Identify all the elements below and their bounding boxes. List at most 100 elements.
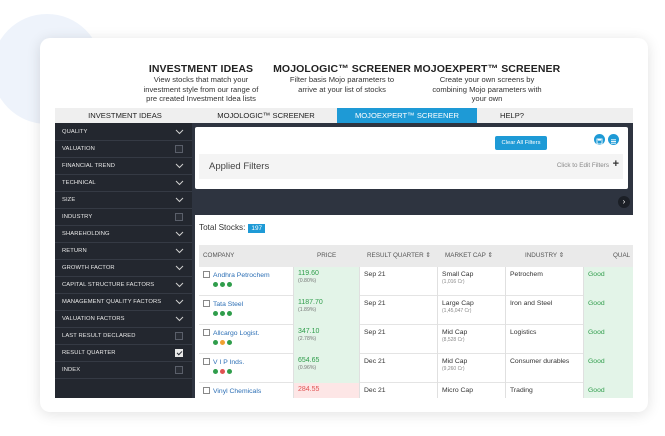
chevron-down-icon[interactable] [175,230,184,237]
sidebar-item[interactable]: LAST RESULT DECLARED [55,328,192,345]
row-checkbox[interactable] [203,358,210,365]
market-cap-value: Mid Cap [442,358,468,365]
chevron-right-icon[interactable]: › [618,196,630,208]
sidebar-item-label: VALUATION FACTORS [62,316,125,322]
sidebar-item[interactable]: FINANCIAL TREND [55,158,192,175]
quality-cell: Good [583,354,633,383]
hero-desc-line: pre created Investment Idea lists [146,94,256,104]
sidebar-item-label: FINANCIAL TREND [62,163,116,169]
quality-cell: Good [583,325,633,354]
chevron-down-icon[interactable] [175,162,184,169]
result-quarter-cell: Dec 21 [359,383,437,398]
company-cell: Tata Steel [203,296,293,325]
col-company[interactable]: COMPANY [203,245,234,267]
add-filter-icon[interactable]: + [613,158,619,170]
company-cell: Andhra Petrochem [203,267,293,296]
sidebar-checkbox[interactable] [175,145,183,153]
edit-filters-link[interactable]: Click to Edit Filters [557,162,609,169]
price-value: 284.55 [298,386,320,393]
hero-desc-line: combining Mojo parameters with [432,84,542,94]
row-checkbox[interactable] [203,387,210,394]
table-row[interactable]: V I P Inds. 654.65 (0.96%) Dec 21 Mid Cap (9,… [199,354,633,383]
row-checkbox[interactable] [203,329,210,336]
quality-cell: Good [583,267,633,296]
company-link[interactable]: Allcargo Logist. [213,330,259,337]
company-link[interactable]: Tata Steel [213,301,243,308]
company-link[interactable]: Vinyl Chemicals [213,388,261,395]
rating-dot [220,311,225,316]
chevron-down-icon[interactable] [175,179,184,186]
chevron-down-icon[interactable] [175,128,184,135]
sidebar-item[interactable]: TECHNICAL [55,175,192,192]
applied-filters-label: Applied Filters [209,161,270,172]
chevron-down-icon[interactable] [175,298,184,305]
sidebar-item[interactable]: GROWTH FACTOR [55,260,192,277]
company-link[interactable]: V I P Inds. [213,359,244,366]
chevron-down-icon[interactable] [175,247,184,254]
tab-mojoexpert-screener[interactable]: MOJOEXPERT™ SCREENER [337,108,477,123]
col-price[interactable]: PRICE [317,245,336,267]
company-link[interactable]: Andhra Petrochem [213,272,270,279]
sidebar-item[interactable]: RETURN [55,243,192,260]
sidebar-item[interactable]: CAPITAL STRUCTURE FACTORS [55,277,192,294]
price-change: (0.80%) [298,278,317,284]
tab-mojologic-screener[interactable]: MOJOLOGIC™ SCREENER [195,108,337,123]
price-value: 654.65 [298,357,320,364]
result-quarter-cell: Dec 21 [359,354,437,383]
table-row[interactable]: Andhra Petrochem 119.60 (0.80%) Sep 21 Small… [199,267,633,296]
chevron-down-icon[interactable] [175,315,184,322]
menu-icon[interactable] [608,134,619,145]
col-market-cap[interactable]: MARKET CAP ⇕ [445,245,493,267]
hero-mojologic: MOJOLOGIC™ SCREENER Filter basis Mojo pa… [267,64,417,94]
sidebar-checkbox[interactable] [175,332,183,340]
filter-sidebar: QUALITY VALUATION FINANCIAL TREND TECHNICAL… [55,123,192,398]
rating-dots [213,282,293,288]
hero-title: MOJOEXPERT™ SCREENER [413,63,561,75]
sidebar-item-label: TECHNICAL [62,180,96,186]
sidebar-checkbox[interactable] [175,349,183,357]
table-row[interactable]: Vinyl Chemicals 284.55 Dec 21 Micro Cap Trad… [199,383,633,398]
tab-investment-ideas[interactable]: INVESTMENT IDEAS [55,108,195,123]
sidebar-item[interactable]: VALUATION [55,141,192,158]
hero-desc-line: Create your own screens by [439,75,535,84]
sidebar-item[interactable]: INDEX [55,362,192,379]
hero-section: INVESTMENT IDEAS View stocks that match … [40,38,648,108]
hero-title: MOJOLOGIC™ SCREENER [273,63,411,75]
hero-desc-line: investment style from our range of [143,84,259,94]
row-checkbox[interactable] [203,300,210,307]
col-industry[interactable]: INDUSTRY ⇕ [525,245,564,267]
sidebar-checkbox[interactable] [175,213,183,221]
sidebar-item[interactable]: VALUATION FACTORS [55,311,192,328]
screener-app: QUALITY VALUATION FINANCIAL TREND TECHNICAL… [55,123,633,398]
rating-dot [227,311,232,316]
market-cap-sub: (9,260 Cr) [442,366,465,372]
sidebar-checkbox[interactable] [175,366,183,374]
sidebar-item-label: MANAGEMENT QUALITY FACTORS [62,299,162,305]
result-quarter-cell: Sep 21 [359,325,437,354]
applied-filters-bar[interactable]: Applied Filters Click to Edit Filters + [199,154,623,179]
sidebar-item-label: INDEX [62,367,81,373]
chevron-down-icon[interactable] [175,196,184,203]
total-stocks-label: Total Stocks: [199,223,246,232]
col-result-quarter[interactable]: RESULT QUARTER ⇕ [367,245,431,267]
tab-help[interactable]: HELP? [477,108,547,123]
market-cap-cell: Small Cap (1,016 Cr) [437,267,505,296]
table-row[interactable]: Allcargo Logist. 347.10 (2.78%) Sep 21 Mid C… [199,325,633,354]
sidebar-item[interactable]: QUALITY [55,124,192,141]
clear-all-filters-button[interactable]: Clear All Filters [495,136,547,150]
hero-mojoexpert: MOJOEXPERT™ SCREENER Create your own scr… [412,64,562,104]
sidebar-item[interactable]: SIZE [55,192,192,209]
sidebar-item[interactable]: SHAREHOLDING [55,226,192,243]
col-quality[interactable]: QUAL [613,245,630,267]
total-stocks: Total Stocks: 197 [199,223,266,233]
sidebar-item[interactable]: MANAGEMENT QUALITY FACTORS [55,294,192,311]
sidebar-item[interactable]: INDUSTRY [55,209,192,226]
rating-dots [213,369,293,375]
chevron-down-icon[interactable] [175,281,184,288]
row-checkbox[interactable] [203,271,210,278]
save-icon[interactable] [594,134,605,145]
industry-cell: Trading [505,383,583,398]
sidebar-item[interactable]: RESULT QUARTER [55,345,192,362]
chevron-down-icon[interactable] [175,264,184,271]
table-row[interactable]: Tata Steel 1187.70 (1.89%) Sep 21 Large Cap(… [199,296,633,325]
